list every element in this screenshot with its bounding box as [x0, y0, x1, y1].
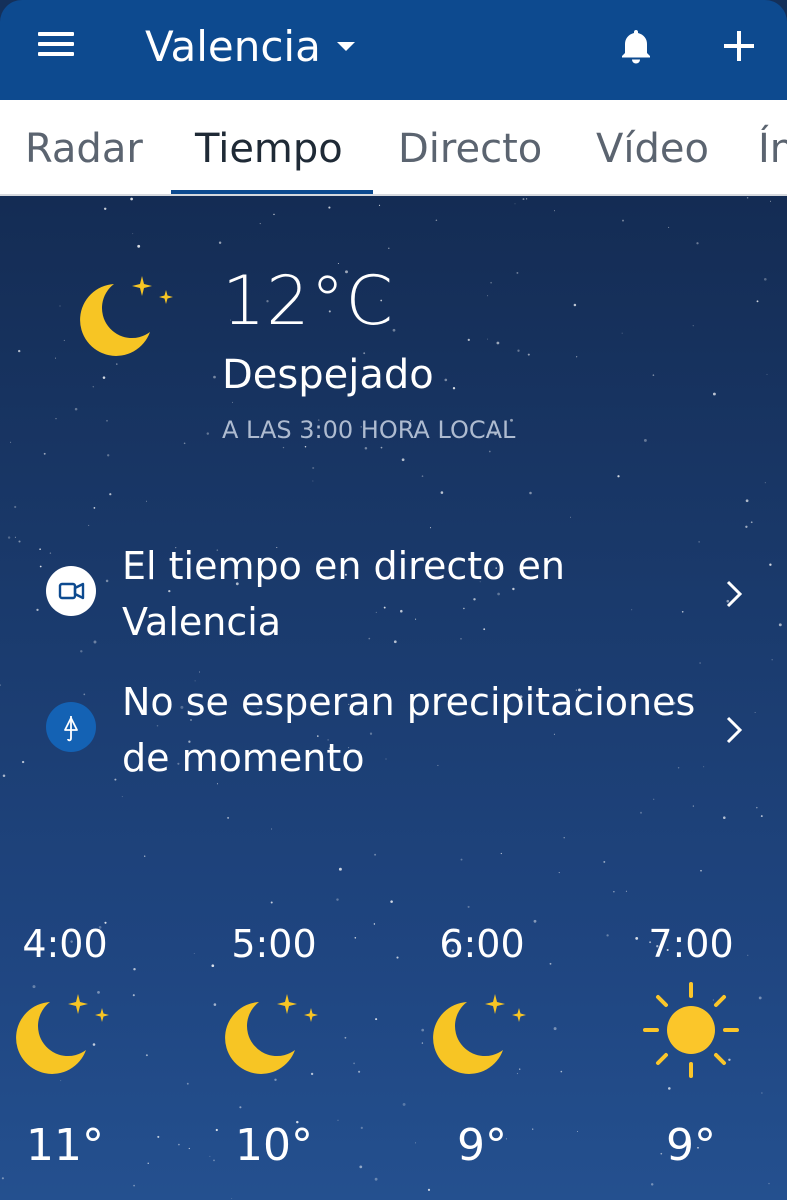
- tab-bar: Radar Tiempo Directo Vídeo Ín: [0, 100, 787, 196]
- chevron-right-icon: [722, 578, 746, 610]
- hour-time: 6:00: [439, 922, 525, 966]
- tab-tiempo[interactable]: Tiempo: [195, 100, 343, 194]
- chevron-down-icon: [336, 41, 355, 51]
- tab-radar[interactable]: Radar: [25, 100, 143, 194]
- hour-time: 7:00: [648, 922, 734, 966]
- weather-app: Valencia Radar Tiempo Directo Vídeo Ín: [0, 0, 787, 1200]
- live-weather-text: El tiempo en directo en Valencia: [122, 544, 565, 644]
- moon-stars-icon: [80, 272, 180, 356]
- bell-icon[interactable]: [612, 22, 660, 70]
- city-selector[interactable]: Valencia: [145, 18, 355, 74]
- app-bar: Valencia: [0, 0, 787, 100]
- current-temperature: 12°C: [222, 262, 395, 341]
- moon-stars-icon: [433, 990, 533, 1074]
- tab-video[interactable]: Vídeo: [596, 100, 709, 194]
- chevron-right-icon: [722, 714, 746, 746]
- precipitation-text: No se esperan precipitaciones de momento: [122, 680, 696, 780]
- moon-stars-icon: [16, 990, 116, 1074]
- hamburger-menu-icon[interactable]: [36, 28, 76, 60]
- plus-icon[interactable]: [715, 22, 763, 70]
- precipitation-link[interactable]: No se esperan precipitaciones de momento: [0, 670, 787, 790]
- moon-stars-icon: [225, 990, 325, 1074]
- hour-temperature: 10°: [235, 1120, 313, 1171]
- observation-time: A LAS 3:00 HORA LOCAL: [222, 416, 516, 444]
- active-tab-indicator: [171, 190, 373, 194]
- city-name: Valencia: [145, 21, 321, 71]
- hour-time: 4:00: [22, 922, 108, 966]
- live-weather-link[interactable]: El tiempo en directo en Valencia: [0, 534, 787, 654]
- tab-directo[interactable]: Directo: [398, 100, 542, 194]
- current-condition: Despejado: [222, 352, 434, 398]
- sun-icon: [641, 980, 741, 1080]
- umbrella-icon: [46, 702, 96, 752]
- hour-temperature: 11°: [26, 1120, 104, 1171]
- hour-temperature: 9°: [666, 1120, 716, 1171]
- hour-temperature: 9°: [457, 1120, 507, 1171]
- hour-time: 5:00: [231, 922, 317, 966]
- tab-indices[interactable]: Ín: [758, 100, 787, 194]
- video-camera-icon: [46, 566, 96, 616]
